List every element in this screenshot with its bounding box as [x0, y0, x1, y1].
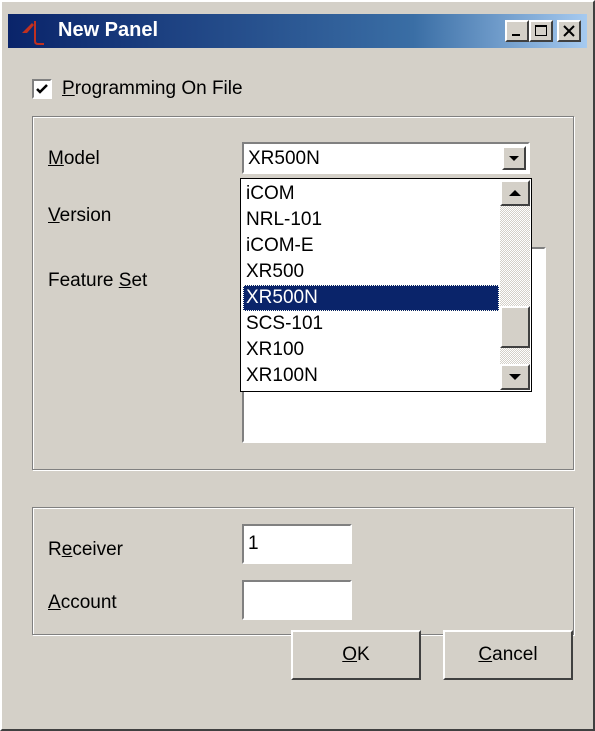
- app-logo-icon: [22, 21, 44, 45]
- ok-button-label: OK: [342, 644, 370, 665]
- account-label: Account: [48, 592, 117, 613]
- title-bar[interactable]: New Panel: [8, 14, 587, 48]
- programming-on-file-option[interactable]: Programming On File: [32, 78, 243, 100]
- scrollbar-thumb[interactable]: [500, 306, 530, 348]
- model-label: Model: [48, 148, 100, 169]
- receiver-input[interactable]: [244, 526, 350, 562]
- model-option-nrl-101[interactable]: NRL-101: [243, 207, 499, 233]
- scroll-down-arrow-icon: [509, 374, 521, 380]
- model-dropdown-list[interactable]: iCOM NRL-101 iCOM-E XR500 XR500N SCS-101…: [240, 178, 532, 392]
- scroll-up-arrow-icon: [509, 190, 521, 196]
- cancel-button[interactable]: Cancel: [443, 630, 573, 680]
- model-option-icom[interactable]: iCOM: [243, 181, 499, 207]
- model-option-scs-101[interactable]: SCS-101: [243, 311, 499, 337]
- model-option-xr100n[interactable]: XR100N: [243, 363, 499, 389]
- ok-button[interactable]: OK: [291, 630, 421, 680]
- receiver-label: Receiver: [48, 539, 123, 560]
- chevron-down-icon: [509, 156, 519, 161]
- window-title: New Panel: [58, 19, 159, 41]
- new-panel-dialog: New Panel Programming On File Model Vers…: [0, 0, 595, 731]
- minimize-icon: [512, 34, 520, 36]
- scroll-up-button[interactable]: [500, 180, 530, 206]
- maximize-icon: [535, 25, 547, 36]
- account-input[interactable]: [244, 582, 350, 618]
- version-label: Version: [48, 205, 112, 226]
- programming-on-file-label: Programming On File: [62, 78, 243, 99]
- scroll-down-button[interactable]: [500, 364, 530, 390]
- feature-set-label: Feature Set: [48, 270, 148, 291]
- model-option-xr500[interactable]: XR500: [243, 259, 499, 285]
- model-dropdown-button[interactable]: [502, 146, 526, 170]
- model-option-icom-e[interactable]: iCOM-E: [243, 233, 499, 259]
- model-combobox[interactable]: XR500N: [242, 142, 530, 174]
- model-selected-value: XR500N: [248, 148, 320, 169]
- dropdown-scrollbar[interactable]: [500, 180, 530, 390]
- checkmark-icon: [36, 84, 48, 94]
- cancel-button-label: Cancel: [478, 644, 538, 665]
- close-icon: [563, 25, 575, 37]
- programming-on-file-checkbox[interactable]: [32, 79, 52, 99]
- minimize-button[interactable]: [505, 20, 529, 42]
- maximize-button[interactable]: [529, 20, 553, 42]
- model-option-xr100[interactable]: XR100: [243, 337, 499, 363]
- model-option-xr500n[interactable]: XR500N: [243, 285, 499, 311]
- receiver-field[interactable]: [242, 524, 352, 564]
- account-field[interactable]: [242, 580, 352, 620]
- close-button[interactable]: [557, 20, 581, 42]
